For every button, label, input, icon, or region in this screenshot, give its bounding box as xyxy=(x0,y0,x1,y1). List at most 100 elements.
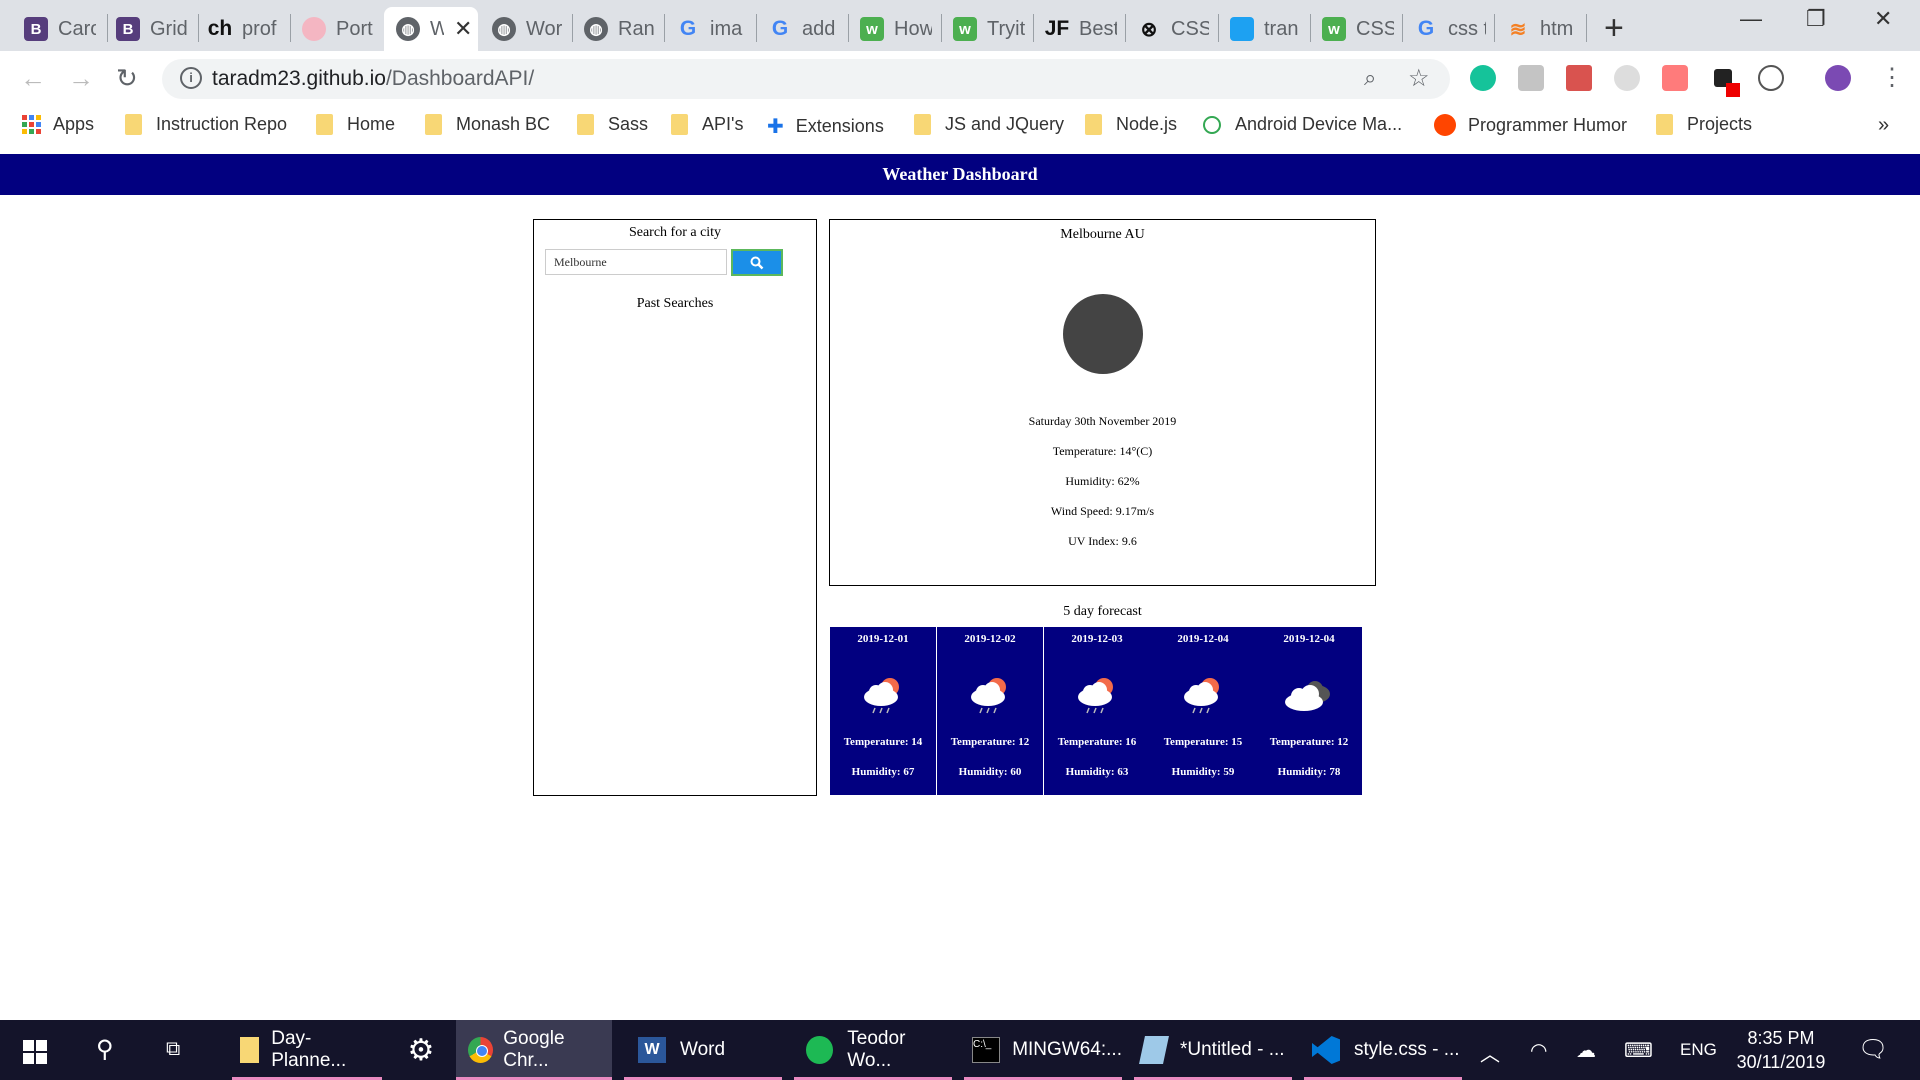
profile-avatar[interactable] xyxy=(1825,65,1851,91)
tab-9[interactable]: w How xyxy=(848,7,938,51)
search-button[interactable] xyxy=(731,249,783,276)
bookmark-apis[interactable]: API's xyxy=(671,114,743,135)
restore-button[interactable]: ❐ xyxy=(1806,6,1826,32)
taskbar-item-word[interactable]: W Word xyxy=(624,1020,782,1080)
forecast-humidity: Humidity: 67 xyxy=(851,766,915,778)
city-name: Melbourne AU xyxy=(1060,227,1145,242)
w3schools-icon: w xyxy=(953,17,977,41)
folder-icon xyxy=(425,114,442,135)
bookmark-nodejs[interactable]: Node.js xyxy=(1085,114,1177,135)
chrome-icon xyxy=(468,1037,494,1063)
word-icon: W xyxy=(638,1037,666,1063)
ch-icon: ch xyxy=(207,17,233,40)
taskbar-item-chrome[interactable]: Google Chr... xyxy=(456,1020,612,1080)
bookmark-sass[interactable]: Sass xyxy=(577,114,648,135)
bookmark-instruction-repo[interactable]: Instruction Repo xyxy=(125,114,287,135)
back-button[interactable]: ← xyxy=(20,63,46,94)
tab-12[interactable]: ⊗ CSS xyxy=(1125,7,1215,51)
bookmark-programmer-humor[interactable]: Programmer Humor xyxy=(1434,114,1627,136)
forward-button[interactable]: → xyxy=(68,63,94,94)
screencast-icon[interactable] xyxy=(1662,65,1688,91)
tab-divider xyxy=(1586,14,1587,42)
current-wind-speed: Wind Speed: 9.17m/s xyxy=(1050,504,1155,518)
new-tab-button[interactable]: + xyxy=(1604,9,1624,48)
wifi-icon[interactable]: ◠ xyxy=(1530,1038,1547,1063)
bookmark-js-jquery[interactable]: JS and JQuery xyxy=(914,114,1064,135)
language-indicator[interactable]: ENG xyxy=(1680,1040,1717,1060)
terminal-icon: C:\_ xyxy=(972,1037,1001,1063)
devtools-icon[interactable] xyxy=(1758,65,1784,91)
tab-4-active[interactable]: ◍ W ✕ xyxy=(384,7,478,51)
tab-strip: B Caro B Grid ch prof Port ◍ W ✕ ◍ Wor ◍ Ran G… xyxy=(0,0,1920,51)
tab-1[interactable]: B Grid xyxy=(104,7,194,51)
taskbar-item-file-explorer[interactable]: Day-Planne... xyxy=(232,1020,382,1080)
close-tab-icon[interactable]: ✕ xyxy=(454,16,472,42)
tab-16[interactable]: ≋ htm xyxy=(1494,7,1584,51)
chevron-up-icon[interactable]: ︿ xyxy=(1480,1038,1500,1067)
taskbar-item-mingw64[interactable]: C:\_ MINGW64:... xyxy=(964,1020,1122,1080)
forecast-humidity: Humidity: 60 xyxy=(958,766,1022,778)
browser-toolbar: ← → ↻ i taradm23.github.io/DashboardAPI/… xyxy=(0,51,1920,106)
keyboard-icon[interactable]: ⌨ xyxy=(1624,1038,1653,1063)
site-info-icon[interactable]: i xyxy=(180,67,202,89)
more-bookmarks-icon[interactable]: » xyxy=(1878,114,1889,137)
pig-icon xyxy=(302,17,326,41)
bookmark-monash-bc[interactable]: Monash BC xyxy=(425,114,550,135)
current-temperature: Temperature: 14°(C) xyxy=(1052,444,1153,458)
bookmark-android-device[interactable]: Android Device Ma... xyxy=(1203,114,1402,135)
bookmark-extensions[interactable]: ✚ Extensions xyxy=(767,114,884,139)
tab-15[interactable]: Gcss t xyxy=(1402,7,1492,51)
sun-rain-cloud-icon xyxy=(971,678,1006,714)
tab-10[interactable]: w Tryit xyxy=(941,7,1031,51)
menu-icon[interactable]: ⋮ xyxy=(1880,63,1904,92)
forecast-title: 5 day forecast xyxy=(1063,604,1142,619)
tab-13[interactable]: tran xyxy=(1218,7,1308,51)
reload-button[interactable]: ↻ xyxy=(116,63,138,94)
jf-icon: JF xyxy=(1044,17,1070,40)
search-panel: Search for a city Past Searches xyxy=(533,219,817,796)
tab-0[interactable]: B Caro xyxy=(12,7,102,51)
google-icon: G xyxy=(1417,17,1435,40)
pdf-icon[interactable] xyxy=(1566,65,1592,91)
onedrive-icon[interactable]: ☁ xyxy=(1576,1038,1596,1063)
tab-6[interactable]: ◍ Ran xyxy=(572,7,662,51)
taskbar-item-spotify[interactable]: Teodor Wo... xyxy=(794,1020,952,1080)
extension-c-icon[interactable] xyxy=(1614,65,1640,91)
notification-icon[interactable]: 🗨 xyxy=(1858,1035,1888,1064)
globe-icon: ◍ xyxy=(492,17,516,41)
tab-2[interactable]: ch prof xyxy=(196,7,286,51)
folder-icon xyxy=(1085,114,1102,135)
system-clock[interactable]: 8:35 PM 30/11/2019 xyxy=(1726,1026,1836,1074)
close-window-button[interactable]: ✕ xyxy=(1874,6,1892,32)
city-search-input[interactable] xyxy=(545,249,727,275)
android-icon xyxy=(1203,115,1221,134)
taskbar-item-settings[interactable]: ⚙ xyxy=(396,1020,446,1080)
search-icon[interactable]: ⚲ xyxy=(96,1035,114,1064)
url-text[interactable]: taradm23.github.io/DashboardAPI/ xyxy=(212,67,534,91)
bookmark-star-icon[interactable]: ☆ xyxy=(1408,64,1430,93)
tab-5[interactable]: ◍ Wor xyxy=(480,7,570,51)
taskbar-item-notepad[interactable]: *Untitled - ... xyxy=(1134,1020,1292,1080)
bookmark-apps[interactable]: Apps xyxy=(22,114,94,135)
forecast-temperature: Temperature: 14 xyxy=(843,736,923,748)
taskbar-item-vscode[interactable]: style.css - ... xyxy=(1304,1020,1462,1080)
windows-taskbar: ⚲ ⧉ Day-Planne... ⚙ Google Chr... W Word … xyxy=(0,1020,1920,1080)
notepad-icon xyxy=(1139,1036,1169,1064)
bookmark-home[interactable]: Home xyxy=(316,114,395,135)
minimize-button[interactable]: — xyxy=(1740,6,1762,32)
task-view-icon[interactable]: ⧉ xyxy=(166,1038,180,1061)
bookmark-projects[interactable]: Projects xyxy=(1656,114,1752,135)
address-bar[interactable]: i taradm23.github.io/DashboardAPI/ ⌕ ☆ xyxy=(162,59,1450,99)
zoom-icon[interactable]: ⌕ xyxy=(1364,65,1376,91)
tab-14[interactable]: w CSS xyxy=(1310,7,1400,51)
apps-grid-icon xyxy=(22,115,41,134)
extension-icon[interactable] xyxy=(1518,65,1544,91)
tab-7[interactable]: Gima xyxy=(664,7,754,51)
grammarly-icon[interactable] xyxy=(1470,65,1496,91)
sun-rain-cloud-icon xyxy=(1184,678,1219,714)
tab-8[interactable]: Gadd xyxy=(756,7,846,51)
tab-11[interactable]: JF Best xyxy=(1033,7,1123,51)
tab-3[interactable]: Port xyxy=(290,7,380,51)
globe-icon: ◍ xyxy=(396,17,420,41)
windows-start-icon[interactable] xyxy=(23,1040,47,1064)
